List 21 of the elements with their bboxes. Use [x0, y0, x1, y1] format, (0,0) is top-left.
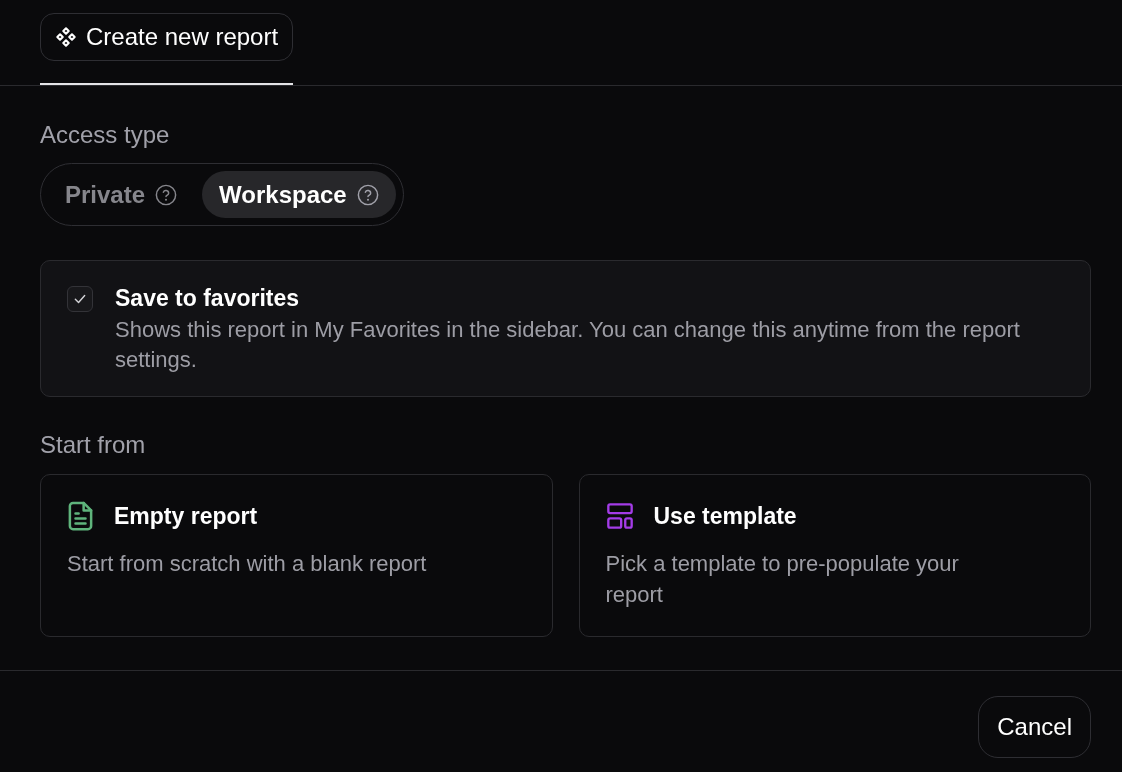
option-title: Use template: [653, 502, 797, 530]
option-description: Pick a template to pre-populate your report: [605, 550, 960, 609]
cancel-button[interactable]: Cancel: [978, 696, 1091, 758]
diamonds-icon: [55, 26, 77, 48]
option-title: Empty report: [114, 502, 258, 530]
layout-icon: [605, 502, 634, 530]
favorites-title: Save to favorites: [115, 284, 300, 312]
document-icon: [67, 501, 94, 531]
check-icon: [73, 292, 87, 306]
tab[interactable]: Create new report: [40, 13, 294, 61]
start-option-card[interactable]: Empty report Start from scratch with a blank report: [40, 474, 553, 637]
option-description: Start from scratch with a blank report: [67, 550, 427, 578]
help-icon[interactable]: [356, 183, 379, 206]
checkbox[interactable]: [67, 286, 93, 312]
section-label: Access type: [40, 121, 170, 149]
favorites-description: Shows this report in My Favorites in the sidebar. You can change this anytime from the report settings.: [115, 316, 1021, 374]
start-option-card[interactable]: Use template Pick a template to pre-populate your report: [578, 474, 1091, 637]
help-icon[interactable]: [155, 183, 178, 206]
access-option[interactable]: Workspace: [202, 171, 396, 218]
access-option[interactable]: Private: [48, 171, 195, 218]
section-label: Start from: [40, 431, 146, 459]
